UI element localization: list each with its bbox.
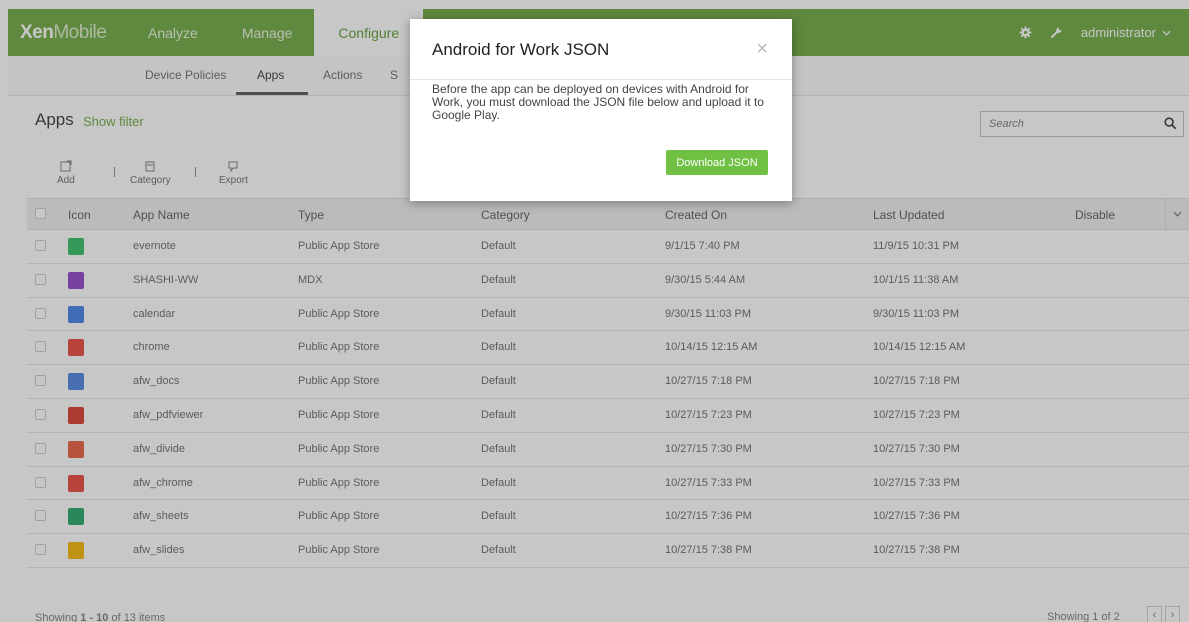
dialog-title: Android for Work JSON	[432, 40, 610, 59]
download-json-button[interactable]: Download JSON	[666, 150, 768, 175]
android-for-work-json-dialog: Android for Work JSON × Before the app c…	[410, 19, 792, 201]
dialog-divider	[410, 79, 792, 80]
dialog-message: Before the app can be deployed on device…	[432, 82, 764, 122]
close-icon[interactable]: ×	[756, 39, 768, 59]
